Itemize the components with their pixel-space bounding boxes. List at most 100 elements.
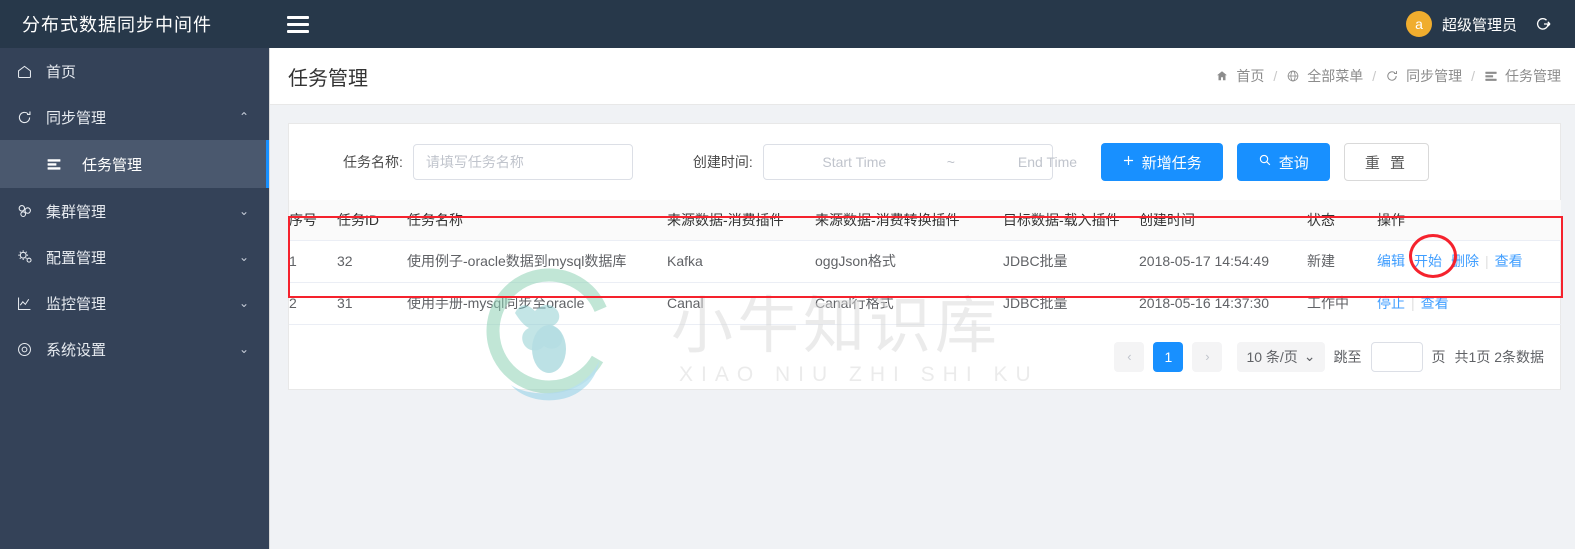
sidebar-item-config-management[interactable]: 配置管理 ⌄ [0, 234, 269, 280]
breadcrumb-label: 首页 [1236, 68, 1265, 84]
chevron-up-icon: ⌃ [238, 110, 249, 124]
chevron-down-icon: ⌄ [1303, 348, 1316, 364]
breadcrumb-label: 全部菜单 [1307, 68, 1364, 84]
column-header-status: 状态 [1307, 200, 1377, 241]
column-header-index: 序号 [289, 200, 337, 241]
cell-source-consume-plugin: Canal [667, 282, 815, 325]
view-action-link[interactable]: 查看 [1495, 251, 1523, 271]
table-header: 序号 任务ID 任务名称 来源数据-消费插件 来源数据-消费转换插件 目标数据-… [289, 200, 1561, 241]
view-action-link[interactable]: 查看 [1421, 293, 1449, 313]
cell-task-name: 使用例子-oracle数据到mysql数据库 [407, 240, 667, 283]
content-area: 任务管理 首页 / 全部菜单 / 同步管理 / 任务管理 任务名称: 请填写任务… [270, 48, 1575, 549]
sidebar-item-label: 同步管理 [46, 109, 107, 127]
chevron-left-icon[interactable]: ‹ [1114, 341, 1145, 372]
app-root: 分布式数据同步中间件 a 超级管理员 首页 同步管理 ⌃ 任务管理 集群管理 ⌄… [0, 0, 1575, 549]
page-number-button[interactable]: 1 [1153, 341, 1184, 372]
page-size-label: 10 条/页 [1246, 348, 1298, 365]
sidebar-item-label: 首页 [46, 63, 77, 81]
start-action-link[interactable]: 开始 [1414, 251, 1442, 271]
task-name-input[interactable] [412, 144, 633, 180]
sidebar-item-sync-management[interactable]: 同步管理 ⌃ [0, 94, 269, 140]
cell-index: 1 [289, 240, 337, 283]
page-title: 任务管理 [288, 67, 368, 90]
breadcrumb-separator: / [1471, 68, 1475, 84]
page-header: 任务管理 首页 / 全部菜单 / 同步管理 / 任务管理 [270, 48, 1575, 105]
cell-create-time: 2018-05-17 14:54:49 [1139, 240, 1307, 283]
app-brand-title: 分布式数据同步中间件 [22, 15, 212, 35]
column-header-task-name: 任务名称 [407, 200, 667, 241]
avatar: a [1405, 11, 1432, 37]
breadcrumb-item-home[interactable]: 首页 [1215, 66, 1264, 86]
home-icon [16, 63, 42, 80]
chevron-down-icon: ⌄ [238, 296, 249, 310]
breadcrumb-item-task-management[interactable]: 任务管理 [1484, 66, 1561, 86]
sidebar: 首页 同步管理 ⌃ 任务管理 集群管理 ⌄ 配置管理 ⌄ 监控管理 ⌄ 系统设置… [0, 48, 270, 549]
chevron-right-icon[interactable]: › [1192, 341, 1223, 372]
cell-status: 工作中 [1307, 282, 1377, 325]
task-list-icon [46, 156, 72, 172]
column-header-task-id: 任务ID [337, 200, 407, 241]
globe-icon [1286, 69, 1300, 83]
sync-icon [16, 109, 42, 126]
column-header-source-consume-plugin: 来源数据-消费插件 [667, 200, 815, 241]
table-row[interactable]: 1 32 使用例子-oracle数据到mysql数据库 Kafka oggJso… [289, 240, 1561, 283]
column-header-target-load-plugin: 目标数据-载入插件 [1003, 200, 1139, 241]
chevron-down-icon: ⌄ [238, 204, 249, 218]
search-icon [1258, 153, 1272, 171]
cell-target-load-plugin: JDBC批量 [1003, 240, 1139, 283]
chevron-down-icon: ⌄ [238, 250, 249, 264]
start-time-input[interactable] [763, 154, 945, 170]
sidebar-item-label: 配置管理 [46, 249, 107, 267]
column-header-source-transform-plugin: 来源数据-消费转换插件 [815, 200, 1003, 241]
tasks-table: 序号 任务ID 任务名称 来源数据-消费插件 来源数据-消费转换插件 目标数据-… [289, 200, 1561, 325]
sidebar-item-monitor-management[interactable]: 监控管理 ⌄ [0, 280, 269, 326]
sidebar-item-label: 监控管理 [46, 295, 107, 313]
reset-button[interactable]: 重 置 [1343, 143, 1429, 181]
plus-icon [1122, 154, 1135, 171]
cell-target-load-plugin: JDBC批量 [1003, 282, 1139, 325]
username-label: 超级管理员 [1441, 16, 1517, 34]
jump-suffix-label: 页 [1431, 348, 1446, 365]
create-time-range-picker[interactable]: ~ [762, 144, 1152, 180]
cell-status: 新建 [1307, 240, 1377, 283]
cell-operations: 编辑 开始 删除 | 查看 [1377, 240, 1561, 283]
stop-action-link[interactable]: 停止 [1377, 293, 1405, 313]
sidebar-item-task-management[interactable]: 任务管理 [0, 140, 269, 188]
logout-icon[interactable] [1527, 0, 1561, 48]
sidebar-item-system-settings[interactable]: 系统设置 ⌄ [0, 326, 269, 372]
breadcrumb-label: 任务管理 [1505, 68, 1561, 84]
cluster-icon [16, 202, 42, 220]
table-row[interactable]: 2 31 使用手册-mysql同步至oracle Canal Canal行格式 … [289, 282, 1561, 325]
jump-label: 跳至 [1333, 348, 1362, 365]
page-size-select[interactable]: 10 条/页 ⌄ [1237, 341, 1325, 372]
add-task-button[interactable]: 新增任务 [1100, 143, 1223, 181]
jump-page-input[interactable] [1370, 341, 1423, 372]
breadcrumb-item-all-menus[interactable]: 全部菜单 [1286, 66, 1363, 86]
search-button[interactable]: 查询 [1236, 143, 1330, 181]
cell-source-transform-plugin: Canal行格式 [815, 282, 1003, 325]
chart-monitor-icon [16, 295, 42, 312]
table-body: 1 32 使用例子-oracle数据到mysql数据库 Kafka oggJso… [289, 240, 1561, 325]
delete-action-link[interactable]: 删除 [1451, 251, 1479, 271]
cell-operations: 停止 | 查看 [1377, 282, 1561, 325]
search-label: 查询 [1278, 154, 1309, 172]
user-area[interactable]: a 超级管理员 [1405, 0, 1575, 48]
filter-buttons: 新增任务 查询 重 置 [1100, 143, 1429, 181]
sidebar-item-cluster-management[interactable]: 集群管理 ⌄ [0, 188, 269, 234]
sidebar-item-home[interactable]: 首页 [0, 48, 269, 94]
breadcrumb-item-sync-management[interactable]: 同步管理 [1385, 66, 1462, 86]
cell-index: 2 [289, 282, 337, 325]
column-header-create-time: 创建时间 [1139, 200, 1307, 241]
edit-action-link[interactable]: 编辑 [1377, 251, 1405, 271]
breadcrumb-label: 同步管理 [1406, 68, 1463, 84]
sidebar-item-label: 集群管理 [46, 203, 107, 221]
system-settings-icon [16, 341, 42, 358]
table-header-row: 序号 任务ID 任务名称 来源数据-消费插件 来源数据-消费转换插件 目标数据-… [289, 200, 1561, 241]
cell-task-id: 31 [337, 282, 407, 325]
task-list-icon [1484, 69, 1498, 83]
hamburger-icon[interactable] [270, 0, 326, 48]
cell-source-transform-plugin: oggJson格式 [815, 240, 1003, 283]
sync-icon [1385, 69, 1399, 83]
breadcrumb: 首页 / 全部菜单 / 同步管理 / 任务管理 [1215, 66, 1561, 86]
total-count-label: 共1页 2条数据 [1454, 348, 1544, 365]
